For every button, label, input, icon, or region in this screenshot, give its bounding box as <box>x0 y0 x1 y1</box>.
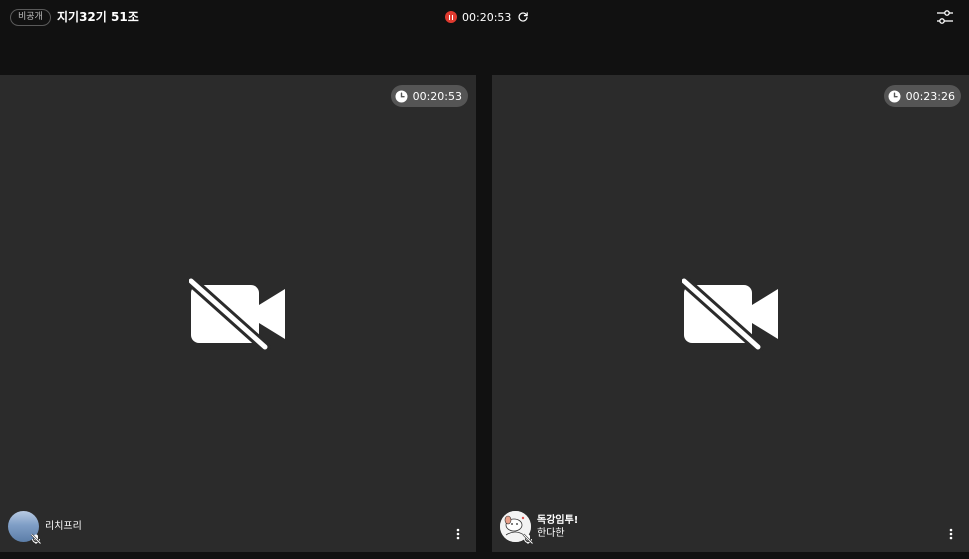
study-timer: 00:23:26 <box>883 85 961 107</box>
clock-icon <box>888 90 901 102</box>
pause-recording-icon[interactable] <box>445 11 457 23</box>
privacy-badge: 비공개 <box>10 9 51 26</box>
refresh-icon[interactable] <box>517 11 529 23</box>
camera-off-icon <box>681 276 778 351</box>
avatar[interactable] <box>500 511 534 545</box>
video-tile: 00:20:53 리치프리 <box>0 75 476 552</box>
video-tile: 00:23:26 독강임투! 한다한 <box>492 75 969 552</box>
avatar[interactable] <box>8 511 42 545</box>
participant-name: 리치프리 <box>45 521 82 532</box>
mic-off-icon <box>30 533 42 545</box>
participant-subtitle: 한다한 <box>537 527 565 539</box>
timer-text: 00:20:53 <box>412 89 462 103</box>
timer-text: 00:23:26 <box>905 89 955 103</box>
more-options-icon[interactable] <box>456 528 460 540</box>
participant-info: 리치프리 <box>8 511 82 545</box>
participant-name: 독강임투! <box>537 514 579 526</box>
recording-status: 00:20:53 <box>445 9 529 25</box>
room-title: 지기32기 51조 <box>57 10 139 24</box>
more-options-icon[interactable] <box>949 528 953 540</box>
study-timer: 00:20:53 <box>390 85 468 107</box>
settings-sliders-icon[interactable] <box>936 9 954 25</box>
camera-off-icon <box>189 276 285 351</box>
mic-off-icon <box>522 533 534 545</box>
participant-info: 독강임투! 한다한 <box>500 511 579 545</box>
clock-icon <box>395 90 408 102</box>
top-bar: 비공개 지기32기 51조 00:20:53 <box>0 0 969 34</box>
recording-time: 00:20:53 <box>462 10 512 24</box>
